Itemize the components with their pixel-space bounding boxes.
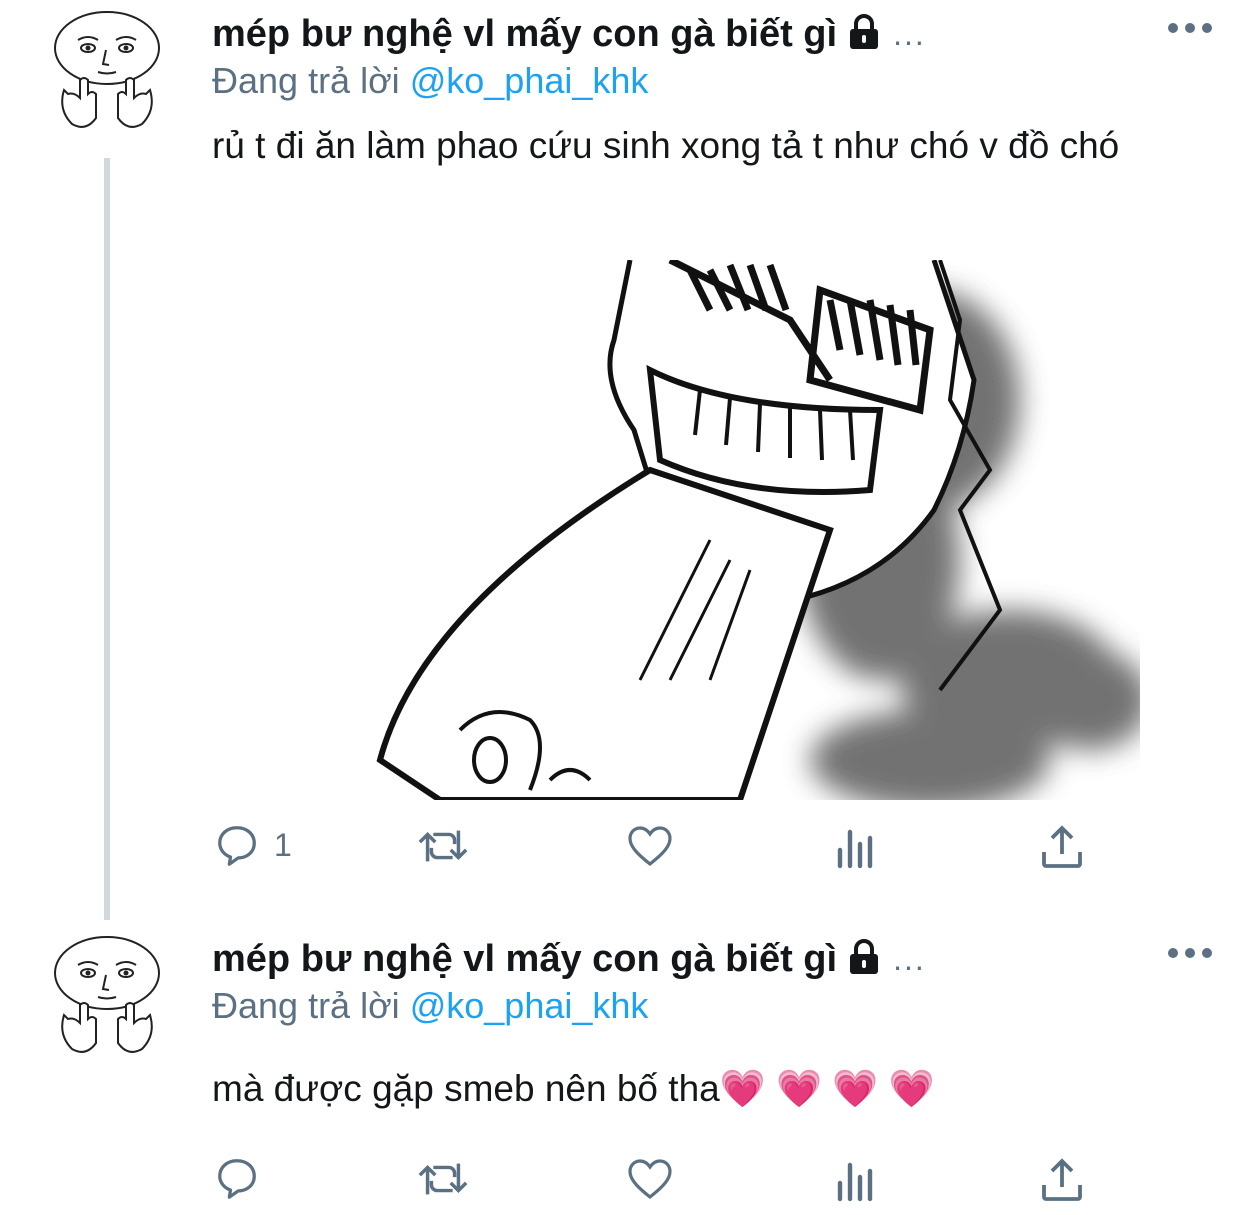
author-row[interactable]: mép bư nghệ vl mấy con gà biết gì ... bbox=[212, 933, 926, 985]
reply-button[interactable]: 1 bbox=[214, 822, 292, 868]
author-name-overflow: ... bbox=[893, 15, 926, 52]
tweet-1[interactable]: mép bư nghệ vl mấy con gà biết gì ... Đa… bbox=[0, 0, 1242, 920]
retweet-button[interactable] bbox=[416, 1157, 470, 1201]
share-button[interactable] bbox=[1040, 1157, 1084, 1203]
reply-icon bbox=[214, 1155, 260, 1201]
replying-prefix: Đang trả lời bbox=[212, 60, 400, 101]
tweet-media-image[interactable] bbox=[290, 260, 1140, 800]
retweet-button[interactable] bbox=[416, 824, 470, 868]
avatar[interactable] bbox=[50, 935, 164, 1053]
author-row[interactable]: mép bư nghệ vl mấy con gà biết gì ... bbox=[212, 8, 926, 60]
share-icon bbox=[1040, 1157, 1084, 1203]
replying-handle-link[interactable]: @ko_phai_khk bbox=[410, 985, 649, 1026]
share-button[interactable] bbox=[1040, 824, 1084, 870]
analytics-button[interactable] bbox=[834, 1159, 878, 1203]
reply-button[interactable] bbox=[214, 1155, 274, 1201]
tweet-actions bbox=[0, 1155, 1242, 1215]
heart-emoji-group: 💗 💗 💗 💗 bbox=[719, 1068, 935, 1109]
reply-count: 1 bbox=[274, 826, 292, 863]
share-icon bbox=[1040, 824, 1084, 870]
like-button[interactable] bbox=[626, 1157, 674, 1201]
retweet-icon bbox=[416, 824, 470, 868]
analytics-button[interactable] bbox=[834, 826, 878, 870]
replying-to: Đang trả lời @ko_phai_khk bbox=[212, 60, 648, 104]
heart-icon bbox=[626, 824, 674, 868]
tweet-actions: 1 bbox=[0, 822, 1242, 882]
thread-connector bbox=[104, 158, 110, 920]
analytics-icon bbox=[834, 826, 878, 870]
tweet-text: rủ t đi ăn làm phao cứu sinh xong tả t n… bbox=[212, 125, 1120, 166]
retweet-icon bbox=[416, 1157, 470, 1201]
author-name-overflow: ... bbox=[893, 940, 926, 977]
author-name[interactable]: mép bư nghệ vl mấy con gà biết gì bbox=[212, 13, 837, 56]
analytics-icon bbox=[834, 1159, 878, 1203]
more-icon[interactable] bbox=[1168, 20, 1212, 36]
heart-icon bbox=[626, 1157, 674, 1201]
tweet-divider bbox=[0, 920, 1242, 921]
author-name[interactable]: mép bư nghệ vl mấy con gà biết gì bbox=[212, 938, 837, 981]
tweet-2[interactable]: mép bư nghệ vl mấy con gà biết gì ... Đa… bbox=[0, 925, 1242, 1211]
lock-icon bbox=[847, 13, 881, 55]
like-button[interactable] bbox=[626, 824, 674, 868]
replying-prefix: Đang trả lời bbox=[212, 985, 400, 1026]
avatar[interactable] bbox=[50, 10, 164, 128]
replying-handle-link[interactable]: @ko_phai_khk bbox=[410, 60, 649, 101]
replying-to: Đang trả lời @ko_phai_khk bbox=[212, 985, 648, 1029]
reply-icon bbox=[214, 822, 260, 868]
more-icon[interactable] bbox=[1168, 945, 1212, 961]
tweet-text: mà được gặp smeb nên bố tha💗 💗 💗 💗 bbox=[212, 1063, 1192, 1115]
tweet-text-content: mà được gặp smeb nên bố tha bbox=[212, 1068, 720, 1109]
lock-icon bbox=[847, 938, 881, 980]
